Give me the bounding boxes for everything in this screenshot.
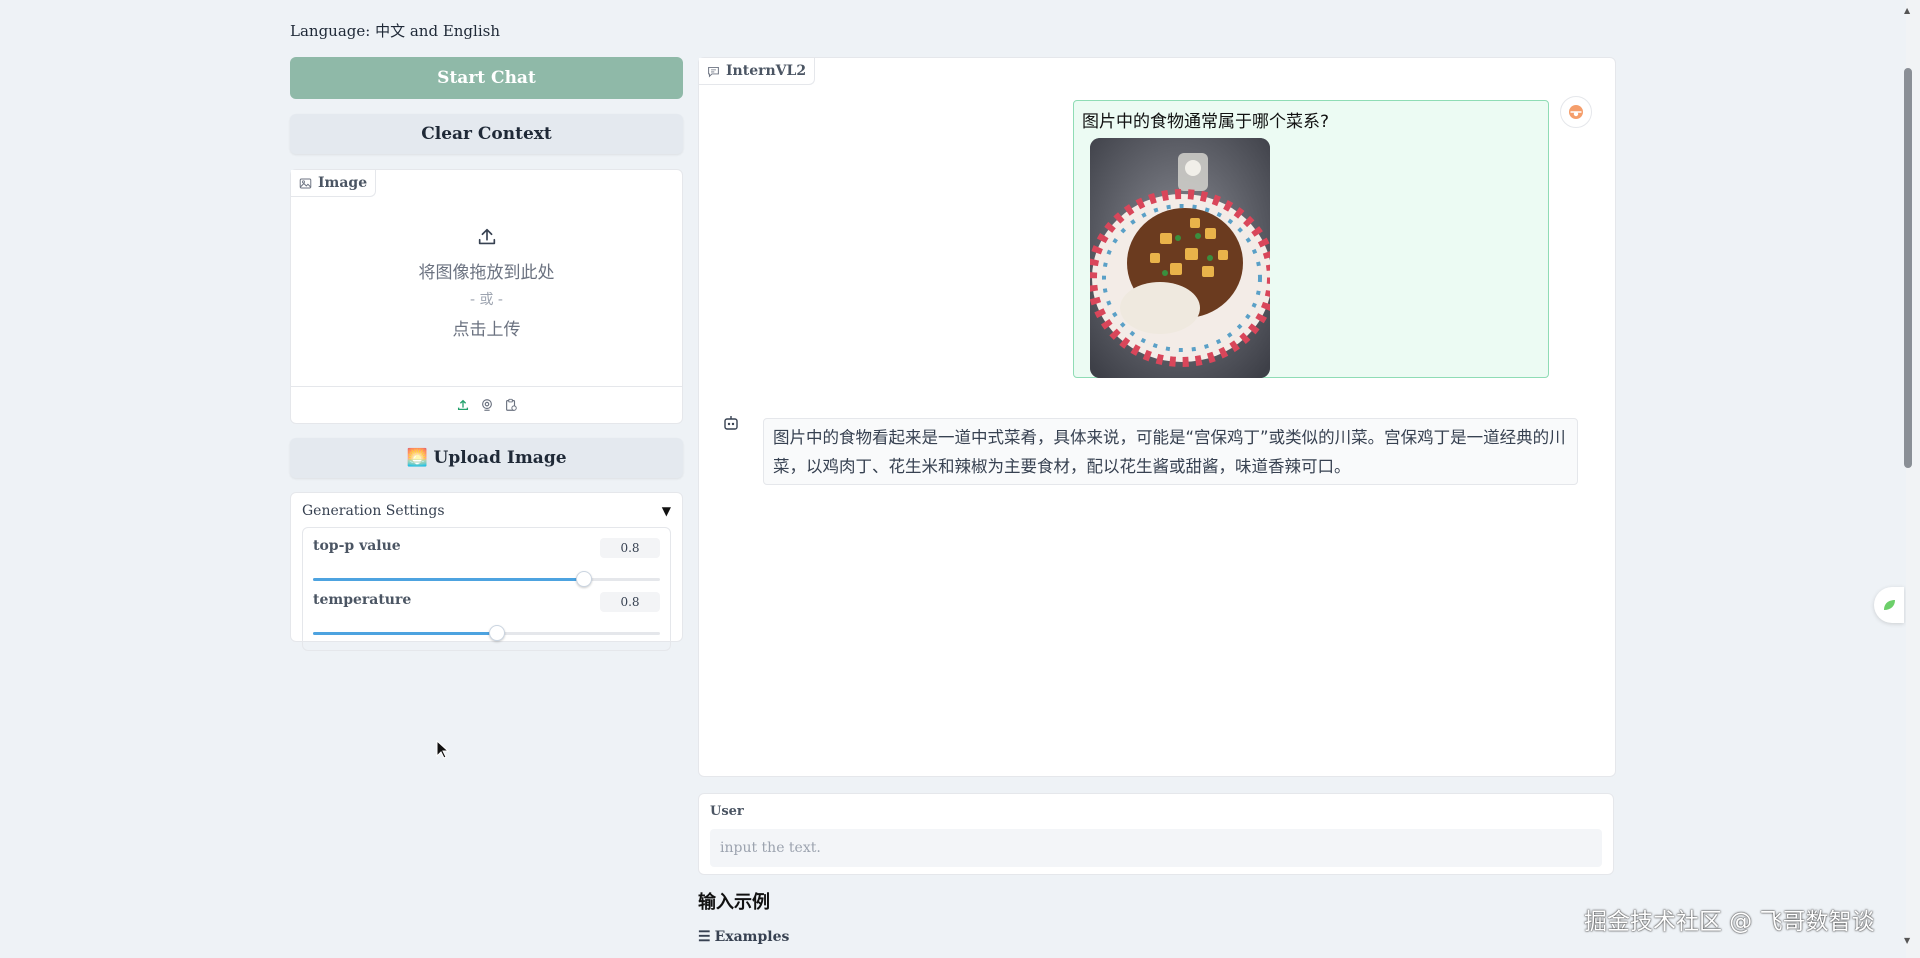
- generation-settings-title: Generation Settings: [302, 503, 445, 519]
- chatbot-label: InternVL2: [726, 63, 807, 79]
- list-icon: ☰: [698, 929, 711, 945]
- side-widget-button[interactable]: [1874, 587, 1904, 623]
- left-panel: Start Chat Clear Context Image 将图像拖放到此处 …: [290, 57, 683, 651]
- upload-arrow-icon: [291, 226, 682, 252]
- examples-heading: 输入示例: [698, 892, 770, 913]
- user-input-label: User: [710, 804, 744, 819]
- temperature-slider[interactable]: [313, 625, 660, 641]
- robot-icon: [724, 416, 738, 430]
- or-text: - 或 -: [469, 292, 503, 308]
- upload-image-button[interactable]: 🌅 Upload Image: [290, 438, 683, 478]
- bot-avatar: [716, 408, 746, 438]
- user-avatar-icon: [1569, 105, 1583, 119]
- start-chat-button[interactable]: Start Chat: [290, 57, 683, 99]
- user-message: 图片中的食物通常属于哪个菜系?: [1073, 100, 1549, 378]
- top-p-slider-thumb[interactable]: [575, 571, 592, 587]
- user-input-panel: User input the text.: [698, 793, 1614, 875]
- temperature-slider-row: temperature 0.8: [313, 592, 660, 646]
- examples-label: ☰ Examples: [698, 929, 789, 945]
- top-p-value-input[interactable]: 0.8: [600, 538, 660, 558]
- food-photo: [1090, 138, 1270, 378]
- temperature-value-input[interactable]: 0.8: [600, 592, 660, 612]
- examples-label-text: Examples: [714, 929, 790, 945]
- scrollbar-thumb[interactable]: [1904, 68, 1912, 468]
- image-upload-panel[interactable]: Image 将图像拖放到此处 - 或 - 点击上传: [290, 169, 683, 424]
- language-label: Language: 中文 and English: [290, 22, 500, 40]
- sliders-group: top-p value 0.8 temperature 0.8: [302, 527, 671, 651]
- image-icon: [299, 178, 312, 188]
- chatbot-tag: InternVL2: [699, 58, 816, 85]
- image-panel-label: Image: [318, 175, 368, 191]
- drop-text: 将图像拖放到此处: [418, 263, 555, 283]
- click-upload-text: 点击上传: [452, 320, 521, 340]
- temperature-slider-fill: [313, 632, 497, 635]
- chat-icon: [708, 66, 719, 78]
- image-source-bar: [291, 386, 682, 423]
- generation-settings-panel: Generation Settings ▼ top-p value 0.8 te…: [290, 492, 683, 651]
- leaf-icon: [1884, 600, 1895, 610]
- caret-down-icon: ▼: [661, 504, 671, 518]
- temperature-slider-thumb[interactable]: [488, 625, 505, 641]
- top-p-slider-row: top-p value 0.8: [313, 538, 660, 592]
- image-drop-zone[interactable]: 将图像拖放到此处 - 或 - 点击上传: [291, 226, 682, 340]
- top-p-slider[interactable]: [313, 571, 660, 587]
- watermark: 掘金技术社区 @ 飞哥数智谈: [1584, 909, 1875, 935]
- mouse-cursor-icon: [436, 740, 450, 759]
- top-p-slider-fill: [313, 578, 584, 581]
- user-avatar: [1560, 96, 1592, 128]
- image-panel-tag: Image: [291, 170, 377, 197]
- scroll-down-icon[interactable]: ▼: [1904, 936, 1910, 945]
- clear-context-button[interactable]: Clear Context: [290, 114, 683, 154]
- user-text-input[interactable]: input the text.: [710, 829, 1602, 867]
- generation-settings-header[interactable]: Generation Settings ▼: [302, 503, 671, 519]
- clipboard-icon[interactable]: [504, 398, 518, 412]
- scroll-up-icon[interactable]: ▲: [1904, 6, 1910, 15]
- webcam-icon[interactable]: [480, 398, 494, 412]
- user-message-text: 图片中的食物通常属于哪个菜系?: [1082, 112, 1330, 132]
- chatbot-panel: InternVL2 图片中的食物通常属于哪个菜系? 图片中的食物看起来是一道中式…: [698, 57, 1616, 777]
- upload-icon[interactable]: [456, 398, 470, 412]
- bot-message: 图片中的食物看起来是一道中式菜肴，具体来说，可能是“宫保鸡丁”或类似的川菜。宫保…: [763, 418, 1578, 485]
